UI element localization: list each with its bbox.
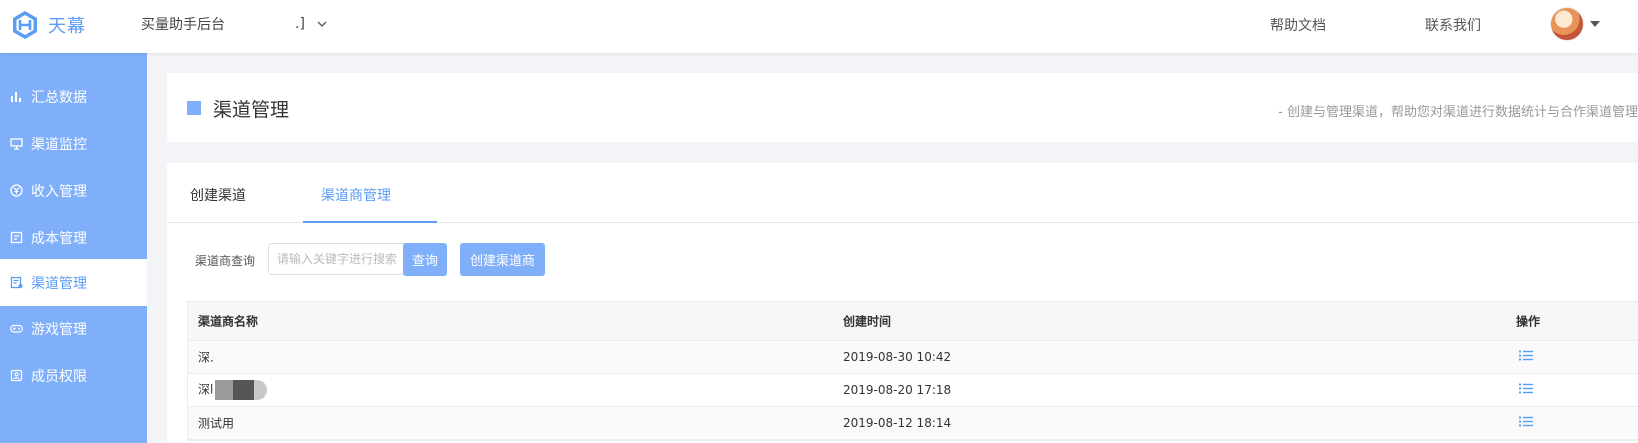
- page-title: 渠道管理: [213, 99, 290, 121]
- list-icon: [1519, 350, 1533, 361]
- vendor-table: 渠道商名称 创建时间 操作 深. 2019-08-30 10:42 深l 201…: [187, 301, 1638, 441]
- table-row: 深l 2019-08-20 17:18: [188, 374, 1638, 407]
- avatar[interactable]: [1550, 7, 1584, 41]
- sidebar-item-label: 渠道管理: [31, 275, 87, 292]
- created-time: 2019-08-30 10:42: [843, 350, 952, 364]
- sidebar-item-label: 渠道监控: [31, 136, 87, 153]
- sidebar-item-channel-management[interactable]: 渠道管理: [0, 259, 147, 306]
- redacted-mask: [215, 380, 268, 400]
- query-button[interactable]: 查询: [403, 243, 447, 276]
- column-header-created: 创建时间: [843, 314, 892, 329]
- channel-doc-icon: [10, 276, 23, 289]
- yen-coin-icon: [10, 184, 23, 197]
- monitor-icon: [10, 138, 23, 150]
- sidebar-item-games[interactable]: 游戏管理: [0, 305, 147, 352]
- tab-bar: 创建渠道 渠道商管理: [167, 163, 1638, 223]
- vendor-name: 测试用: [198, 416, 235, 431]
- list-icon: [1519, 416, 1533, 427]
- bar-chart-icon: [11, 92, 21, 102]
- search-input[interactable]: [268, 243, 408, 275]
- chevron-down-icon: [317, 21, 327, 27]
- title-marker: [187, 101, 201, 115]
- main-card: 创建渠道 渠道商管理 渠道商查询 查询 创建渠道商 渠道商名称 创建时间 操作 …: [167, 163, 1638, 443]
- caret-down-icon[interactable]: [1590, 21, 1600, 27]
- sidebar-item-label: 成员权限: [31, 368, 87, 385]
- table-row: 深. 2019-08-30 10:42: [188, 341, 1638, 374]
- sidebar-item-channel-monitor[interactable]: 渠道监控: [0, 120, 147, 167]
- top-header: 天幕 买量助手后台 .] 帮助文档 联系我们: [0, 0, 1638, 53]
- column-header-actions: 操作: [1516, 314, 1541, 329]
- table-row: 测试用 2019-08-12 18:14: [188, 407, 1638, 440]
- created-time: 2019-08-20 17:18: [843, 383, 952, 397]
- sidebar-item-label: 成本管理: [31, 230, 87, 247]
- sidebar-item-revenue[interactable]: 收入管理: [0, 167, 147, 214]
- tab-create-channel[interactable]: 创建渠道: [190, 185, 246, 205]
- member-badge-icon: [10, 369, 23, 382]
- help-docs-link[interactable]: 帮助文档: [1270, 15, 1326, 35]
- create-vendor-button[interactable]: 创建渠道商: [460, 243, 545, 276]
- sidebar-item-cost[interactable]: 成本管理: [0, 214, 147, 261]
- gamepad-icon: [10, 324, 23, 333]
- sidebar-item-label: 汇总数据: [31, 89, 87, 106]
- list-icon: [1519, 383, 1533, 394]
- active-tab-indicator: [303, 221, 437, 223]
- row-actions-button[interactable]: [1519, 350, 1533, 365]
- page-header-card: 渠道管理 - 创建与管理渠道，帮助您对渠道进行数据统计与合作渠道管理: [167, 73, 1638, 142]
- vendor-name: 深l: [198, 382, 214, 397]
- logo[interactable]: 天幕: [10, 10, 86, 40]
- row-actions-button[interactable]: [1519, 383, 1533, 398]
- sidebar-item-label: 收入管理: [31, 183, 87, 200]
- vendor-name-cell: 深l: [198, 380, 268, 400]
- app-selector[interactable]: 买量助手后台 .]: [141, 14, 327, 34]
- logo-text: 天幕: [48, 16, 86, 37]
- contact-us-link[interactable]: 联系我们: [1425, 15, 1481, 35]
- ledger-icon: [10, 231, 23, 244]
- created-time: 2019-08-12 18:14: [843, 416, 952, 430]
- row-actions-button[interactable]: [1519, 416, 1533, 431]
- app-selector-value: .]: [295, 16, 305, 32]
- tab-channel-vendor-management[interactable]: 渠道商管理: [321, 185, 391, 205]
- column-header-name: 渠道商名称: [198, 314, 259, 329]
- table-body: 深. 2019-08-30 10:42 深l 2019-08-20 17:18 …: [188, 341, 1638, 440]
- sidebar: 汇总数据 渠道监控 收入管理 成本管理 渠道管理 游戏管理 成员权限: [0, 53, 147, 443]
- hexagon-logo-icon: [13, 11, 37, 39]
- sidebar-item-member-permissions[interactable]: 成员权限: [0, 352, 147, 399]
- page-description: - 创建与管理渠道，帮助您对渠道进行数据统计与合作渠道管理: [1278, 105, 1638, 120]
- vendor-name: 深.: [198, 350, 214, 365]
- table-header: 渠道商名称 创建时间 操作: [188, 302, 1638, 341]
- sidebar-item-label: 游戏管理: [31, 321, 87, 338]
- app-name: 买量助手后台: [141, 17, 225, 33]
- filter-label: 渠道商查询: [195, 254, 256, 268]
- sidebar-item-summary[interactable]: 汇总数据: [0, 73, 147, 120]
